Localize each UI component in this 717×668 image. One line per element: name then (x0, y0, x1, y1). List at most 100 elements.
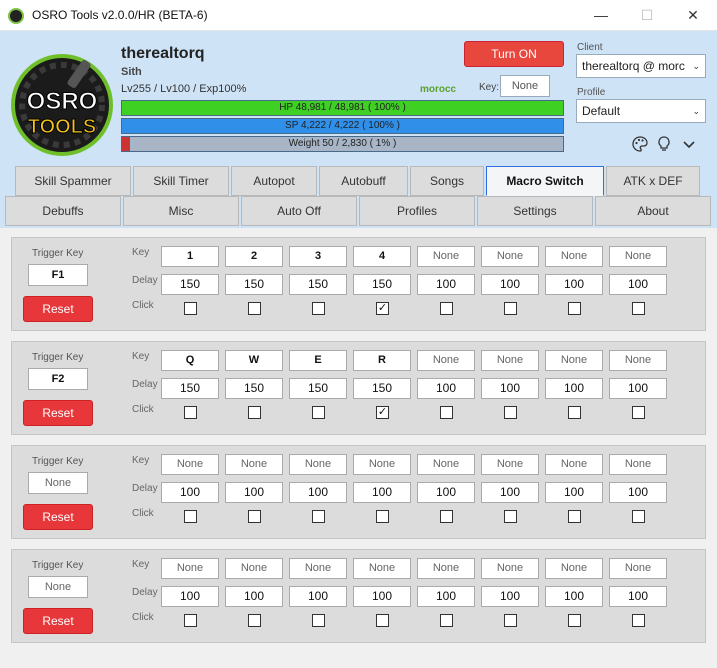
macro-key-input[interactable]: None (289, 454, 347, 475)
macro-delay-input[interactable]: 150 (353, 378, 411, 399)
tab-misc[interactable]: Misc (123, 196, 239, 226)
macro-key-input[interactable]: 3 (289, 246, 347, 267)
macro-delay-input[interactable]: 100 (545, 586, 603, 607)
macro-click-checkbox[interactable] (312, 406, 325, 419)
tab-songs[interactable]: Songs (410, 166, 484, 196)
macro-delay-input[interactable]: 100 (161, 586, 219, 607)
macro-delay-input[interactable]: 100 (481, 482, 539, 503)
macro-delay-input[interactable]: 100 (481, 586, 539, 607)
macro-key-input[interactable]: None (161, 558, 219, 579)
macro-key-input[interactable]: None (225, 454, 283, 475)
macro-delay-input[interactable]: 100 (417, 274, 475, 295)
macro-key-input[interactable]: None (417, 454, 475, 475)
palette-icon[interactable] (631, 135, 649, 153)
macro-delay-input[interactable]: 100 (225, 586, 283, 607)
tab-skill-timer[interactable]: Skill Timer (133, 166, 229, 196)
macro-delay-input[interactable]: 100 (161, 482, 219, 503)
minimize-button[interactable]: — (578, 0, 624, 31)
macro-click-checkbox[interactable] (184, 302, 197, 315)
macro-click-checkbox[interactable] (632, 510, 645, 523)
turn-on-button[interactable]: Turn ON (464, 41, 564, 67)
macro-key-input[interactable]: None (609, 246, 667, 267)
macro-click-checkbox[interactable] (312, 302, 325, 315)
macro-delay-input[interactable]: 100 (289, 482, 347, 503)
macro-delay-input[interactable]: 100 (417, 586, 475, 607)
reset-button[interactable]: Reset (23, 504, 93, 530)
macro-delay-input[interactable]: 100 (353, 482, 411, 503)
reset-button[interactable]: Reset (23, 608, 93, 634)
tab-profiles[interactable]: Profiles (359, 196, 475, 226)
macro-delay-input[interactable]: 100 (417, 378, 475, 399)
macro-click-checkbox[interactable] (504, 302, 517, 315)
macro-delay-input[interactable]: 150 (161, 378, 219, 399)
macro-click-checkbox[interactable] (632, 614, 645, 627)
macro-click-checkbox[interactable] (568, 302, 581, 315)
macro-key-input[interactable]: None (609, 454, 667, 475)
maximize-button[interactable]: ☐ (624, 0, 670, 31)
macro-click-checkbox[interactable] (632, 302, 645, 315)
macro-click-checkbox[interactable] (440, 302, 453, 315)
macro-delay-input[interactable]: 150 (225, 378, 283, 399)
macro-delay-input[interactable]: 150 (225, 274, 283, 295)
macro-delay-input[interactable]: 100 (481, 274, 539, 295)
macro-click-checkbox[interactable] (440, 406, 453, 419)
macro-key-input[interactable]: 1 (161, 246, 219, 267)
macro-delay-input[interactable]: 150 (289, 378, 347, 399)
macro-delay-input[interactable]: 100 (225, 482, 283, 503)
macro-key-input[interactable]: None (545, 350, 603, 371)
trigger-key-input[interactable]: None (28, 472, 88, 494)
macro-click-checkbox[interactable] (568, 614, 581, 627)
macro-key-input[interactable]: None (289, 558, 347, 579)
tab-settings[interactable]: Settings (477, 196, 593, 226)
macro-click-checkbox[interactable] (376, 614, 389, 627)
macro-key-input[interactable]: None (545, 558, 603, 579)
macro-delay-input[interactable]: 100 (289, 586, 347, 607)
reset-button[interactable]: Reset (23, 296, 93, 322)
macro-delay-input[interactable]: 100 (609, 378, 667, 399)
macro-delay-input[interactable]: 150 (289, 274, 347, 295)
tab-skill-spammer[interactable]: Skill Spammer (15, 166, 131, 196)
tab-debuffs[interactable]: Debuffs (5, 196, 121, 226)
macro-click-checkbox[interactable] (248, 302, 261, 315)
macro-click-checkbox[interactable] (248, 406, 261, 419)
macro-click-checkbox[interactable] (440, 510, 453, 523)
profile-select[interactable]: Default ⌄ (576, 99, 706, 123)
chevron-down-icon[interactable] (680, 135, 698, 153)
close-button[interactable]: ✕ (670, 0, 716, 31)
macro-key-input[interactable]: 4 (353, 246, 411, 267)
tab-auto-off[interactable]: Auto Off (241, 196, 357, 226)
trigger-key-input[interactable]: F2 (28, 368, 88, 390)
toggle-key-input[interactable]: None (500, 75, 550, 97)
macro-click-checkbox[interactable] (248, 614, 261, 627)
macro-delay-input[interactable]: 150 (353, 274, 411, 295)
macro-key-input[interactable]: None (545, 246, 603, 267)
macro-delay-input[interactable]: 100 (609, 274, 667, 295)
macro-click-checkbox[interactable] (504, 614, 517, 627)
macro-click-checkbox[interactable] (376, 510, 389, 523)
macro-key-input[interactable]: R (353, 350, 411, 371)
macro-key-input[interactable]: None (609, 350, 667, 371)
tab-atk-x-def[interactable]: ATK x DEF (606, 166, 700, 196)
macro-click-checkbox[interactable]: ✓ (376, 406, 389, 419)
macro-key-input[interactable]: Q (161, 350, 219, 371)
macro-key-input[interactable]: None (417, 558, 475, 579)
macro-delay-input[interactable]: 100 (545, 482, 603, 503)
macro-delay-input[interactable]: 100 (609, 482, 667, 503)
reset-button[interactable]: Reset (23, 400, 93, 426)
tab-macro-switch[interactable]: Macro Switch (486, 166, 604, 196)
macro-key-input[interactable]: None (417, 246, 475, 267)
macro-click-checkbox[interactable] (312, 614, 325, 627)
macro-click-checkbox[interactable]: ✓ (376, 302, 389, 315)
macro-key-input[interactable]: 2 (225, 246, 283, 267)
macro-delay-input[interactable]: 100 (481, 378, 539, 399)
macro-key-input[interactable]: None (481, 246, 539, 267)
macro-click-checkbox[interactable] (568, 510, 581, 523)
macro-key-input[interactable]: None (353, 454, 411, 475)
tab-autopot[interactable]: Autopot (231, 166, 317, 196)
macro-click-checkbox[interactable] (440, 614, 453, 627)
macro-click-checkbox[interactable] (504, 406, 517, 419)
macro-click-checkbox[interactable] (248, 510, 261, 523)
lightbulb-icon[interactable] (655, 135, 673, 153)
macro-delay-input[interactable]: 100 (609, 586, 667, 607)
macro-click-checkbox[interactable] (184, 510, 197, 523)
